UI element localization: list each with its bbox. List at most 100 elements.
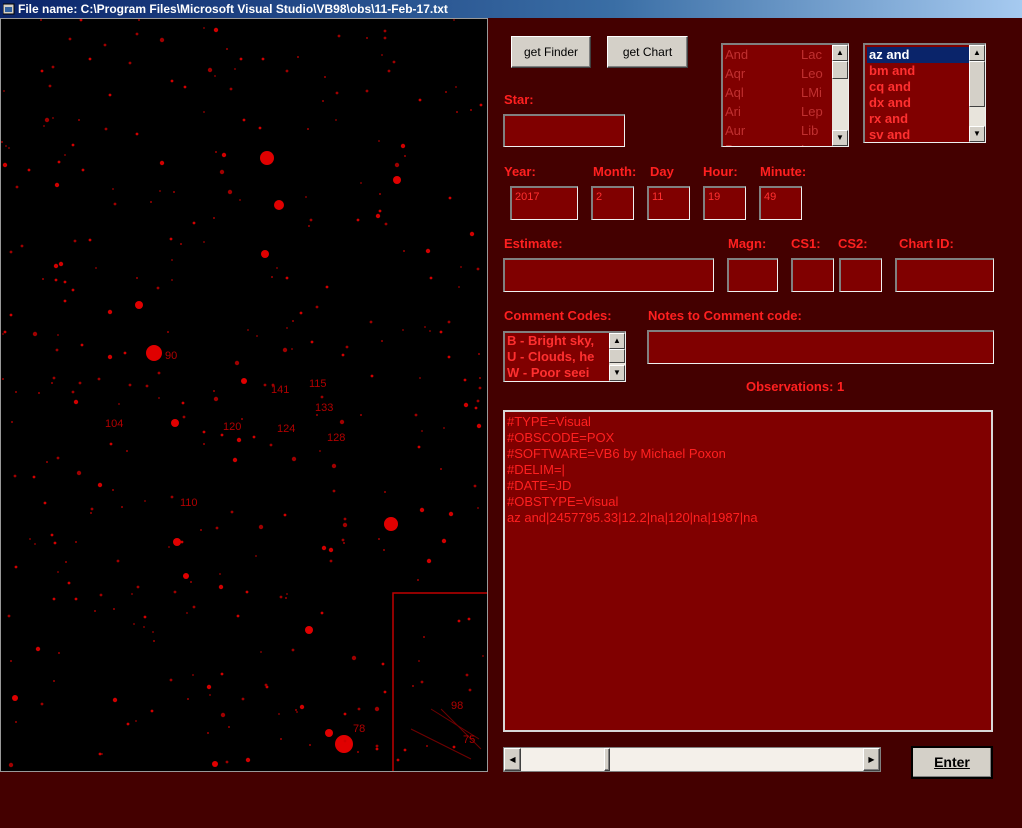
constellation-item[interactable]: LMi xyxy=(801,85,822,101)
star-dot xyxy=(271,276,273,278)
star-dot xyxy=(192,605,196,609)
scroll-right-icon[interactable]: ▶ xyxy=(863,748,880,771)
constellation-list[interactable]: And Lac Aqr Leo Aql LMi Ari Lep Aur Lib Boo Lup ▲ ▼ xyxy=(721,43,849,147)
star-dot xyxy=(457,619,461,623)
minute-input[interactable]: 49 xyxy=(759,186,802,220)
star-dot xyxy=(71,143,75,147)
comment-code-item[interactable]: B - Bright sky, xyxy=(507,333,609,349)
constellation-item[interactable]: Lep xyxy=(801,104,823,120)
star-list-item-selected[interactable]: az and xyxy=(867,47,969,63)
star-dot xyxy=(274,200,284,210)
constellation-item[interactable]: Ari xyxy=(725,104,741,120)
star-dot xyxy=(279,595,283,599)
minute-label: Minute: xyxy=(760,164,807,179)
star-dot xyxy=(325,729,333,737)
star-dot xyxy=(242,118,246,122)
constellation-item[interactable]: Aql xyxy=(725,85,744,101)
scroll-up-icon[interactable]: ▲ xyxy=(969,45,985,61)
comment-codes-scrollbar[interactable]: ▲ ▼ xyxy=(609,333,625,381)
star-dot xyxy=(394,162,400,168)
scroll-up-icon[interactable]: ▲ xyxy=(832,45,848,61)
constellation-item[interactable]: Aqr xyxy=(725,66,745,82)
star-list-item[interactable]: rx and xyxy=(867,111,969,127)
constellation-item[interactable]: Lib xyxy=(801,123,818,139)
constellation-scrollbar[interactable]: ▲ ▼ xyxy=(832,45,848,146)
estimate-input[interactable] xyxy=(503,258,714,292)
scroll-thumb[interactable] xyxy=(832,61,848,79)
star-dot xyxy=(479,103,483,107)
scroll-thumb[interactable] xyxy=(969,61,985,107)
get-chart-button[interactable]: get Chart xyxy=(607,36,688,68)
star-dot xyxy=(104,127,108,131)
star-dot xyxy=(170,495,174,499)
scroll-left-icon[interactable]: ◀ xyxy=(504,748,521,771)
star-dot xyxy=(32,475,36,479)
star-dot xyxy=(369,320,373,324)
constellation-item[interactable]: Boo xyxy=(725,142,748,146)
star-dot xyxy=(80,343,84,347)
star-dot xyxy=(381,340,383,342)
star-dot xyxy=(429,276,433,280)
observation-log[interactable]: #TYPE=Visual #OBSCODE=POX #SOFTWARE=VB6 by… xyxy=(503,410,993,732)
star-dot xyxy=(9,250,13,254)
star-chart[interactable]: 90 141 115 133 104 120 124 128 110 98 78 75 xyxy=(0,18,488,772)
star-dot xyxy=(393,176,401,184)
star-list-item[interactable]: sv and xyxy=(867,127,969,142)
star-dot xyxy=(67,581,71,585)
year-input[interactable]: 2017 xyxy=(510,186,578,220)
star-dot xyxy=(339,419,345,425)
star-dot xyxy=(71,288,75,292)
comment-codes-list[interactable]: B - Bright sky, U - Clouds, he W - Poor se… xyxy=(503,331,626,382)
cs1-input[interactable] xyxy=(791,258,834,292)
scroll-thumb[interactable] xyxy=(609,349,625,363)
star-dot xyxy=(156,286,160,290)
day-input[interactable]: 11 xyxy=(647,186,690,220)
constellation-item[interactable]: And xyxy=(725,47,748,63)
star-dot xyxy=(78,119,80,121)
star-dot xyxy=(458,286,460,288)
star-dot xyxy=(417,579,419,581)
star-list-scrollbar[interactable]: ▲ ▼ xyxy=(969,45,985,142)
star-dot xyxy=(152,631,154,633)
star-dot xyxy=(159,160,165,166)
scroll-thumb[interactable] xyxy=(604,748,610,771)
star-dot xyxy=(52,376,56,380)
constellation-item[interactable]: Leo xyxy=(801,66,823,82)
observations-count: Observations: 1 xyxy=(746,379,845,394)
notes-input[interactable] xyxy=(647,330,994,364)
month-input[interactable]: 2 xyxy=(591,186,634,220)
star-label: Star: xyxy=(504,92,534,107)
star-dot xyxy=(107,309,113,315)
comment-code-item[interactable]: W - Poor seei xyxy=(507,365,609,381)
star-dot xyxy=(282,347,288,353)
star-list[interactable]: az and bm and cq and dx and rx and sv and ▲ ▼ xyxy=(863,43,986,143)
star-list-item[interactable]: bm and xyxy=(867,63,969,79)
constellation-item[interactable]: Aur xyxy=(725,123,745,139)
scroll-down-icon[interactable]: ▼ xyxy=(969,126,985,142)
star-dot xyxy=(381,662,385,666)
star-list-item[interactable]: cq and xyxy=(867,79,969,95)
star-dot xyxy=(474,406,478,410)
constellation-item[interactable]: Lac xyxy=(801,47,822,63)
constellation-item[interactable]: Lup xyxy=(801,142,823,146)
comment-code-item[interactable]: U - Clouds, he xyxy=(507,349,609,365)
star-dot xyxy=(15,391,17,393)
star-dot xyxy=(236,614,240,618)
get-finder-button[interactable]: get Finder xyxy=(511,36,591,68)
scroll-down-icon[interactable]: ▼ xyxy=(609,365,625,381)
hour-input[interactable]: 19 xyxy=(703,186,746,220)
star-dot xyxy=(200,529,202,531)
cs2-input[interactable] xyxy=(839,258,882,292)
enter-button[interactable]: Enter xyxy=(911,746,993,779)
chart-id-input[interactable] xyxy=(895,258,994,292)
magn-input[interactable] xyxy=(727,258,778,292)
star-dot xyxy=(245,757,251,763)
star-dot xyxy=(337,34,341,38)
star-list-item[interactable]: dx and xyxy=(867,95,969,111)
star-input[interactable] xyxy=(503,114,625,147)
scroll-down-icon[interactable]: ▼ xyxy=(832,130,848,146)
scroll-up-icon[interactable]: ▲ xyxy=(609,333,625,349)
horizontal-scrollbar[interactable]: ◀ ▶ xyxy=(503,747,881,772)
star-dot xyxy=(108,93,112,97)
star-dot xyxy=(331,463,337,469)
